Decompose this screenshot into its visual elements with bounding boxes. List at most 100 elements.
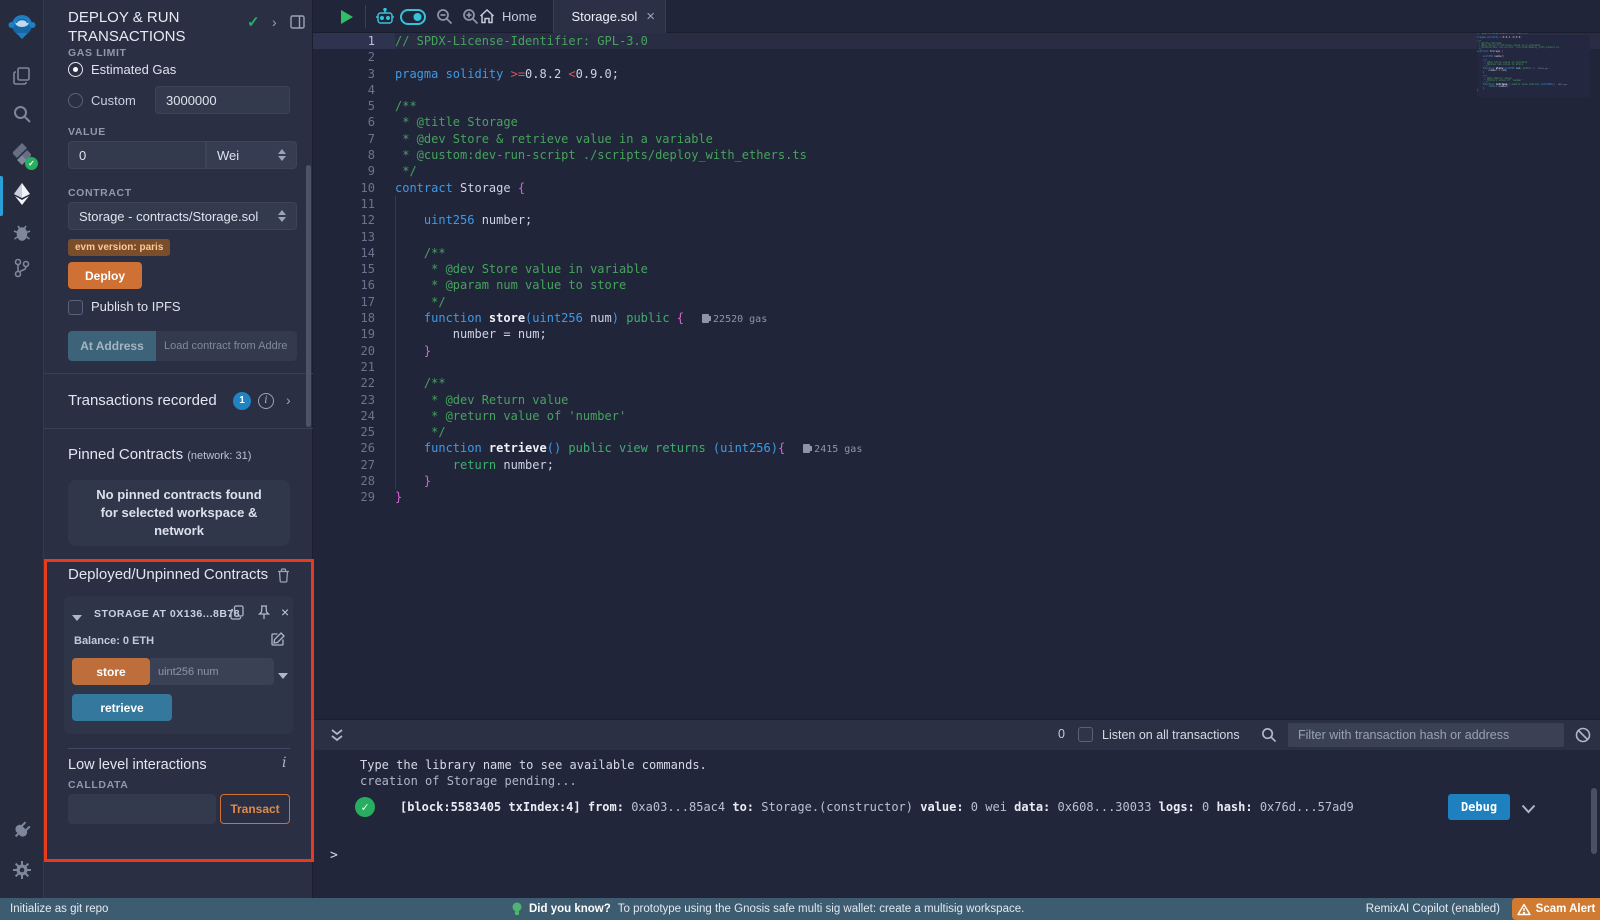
terminal-collapse-double-chevron-icon[interactable] [330, 728, 344, 748]
custom-gas-radio[interactable] [68, 93, 83, 108]
did-you-know-tip: Did you know? To prototype using the Gno… [512, 898, 1024, 920]
balance-label: Balance: 0 ETH [74, 635, 154, 647]
calldata-input[interactable] [68, 794, 216, 824]
home-tab-label: Home [502, 9, 537, 24]
copilot-status[interactable]: RemixAI Copilot (enabled) [1366, 898, 1500, 920]
balance-value: 0 ETH [123, 635, 154, 647]
copy-address-icon[interactable] [230, 605, 244, 625]
transactions-expand-icon[interactable]: › [286, 392, 291, 408]
terminal-scrollbar[interactable] [1591, 788, 1597, 854]
close-tab-icon[interactable]: × [646, 8, 655, 25]
value-input[interactable] [68, 141, 206, 169]
plugin-manager-icon[interactable] [0, 812, 44, 848]
publish-ipfs-checkbox[interactable] [68, 300, 83, 315]
tx-expand-chevron-icon[interactable] [1521, 799, 1536, 818]
warning-triangle-icon [1517, 903, 1531, 916]
settings-gear-icon[interactable] [0, 852, 44, 888]
contract-select[interactable]: Storage - contracts/Storage.sol [68, 202, 297, 230]
transaction-filter-input[interactable] [1288, 723, 1564, 747]
compile-success-badge: ✓ [25, 157, 38, 170]
custom-gas-label: Custom [91, 93, 136, 108]
deploy-run-icon[interactable] [0, 176, 44, 212]
file-explorer-icon[interactable] [0, 58, 44, 94]
updown-caret-icon [278, 210, 286, 222]
store-arg-input[interactable] [150, 658, 274, 685]
retrieve-function-button[interactable]: retrieve [72, 694, 172, 721]
lightbulb-icon [512, 902, 522, 917]
contract-instance-label: STORAGE AT 0X136...8B78 [94, 608, 240, 620]
panel-forward-icon[interactable]: › [272, 14, 277, 30]
listen-all-transactions-label: Listen on all transactions [1102, 728, 1240, 742]
terminal[interactable]: Type the library name to see available c… [313, 750, 1600, 898]
store-function-button[interactable]: store [72, 658, 150, 685]
ai-assistant-robot-icon[interactable] [373, 0, 397, 33]
remove-contract-icon[interactable]: × [281, 604, 289, 620]
estimated-gas-radio[interactable] [68, 62, 83, 77]
tx-log-text: [block:5583405 txIndex:4] from: 0xa03...… [400, 800, 1354, 814]
terminal-prompt: > [330, 848, 338, 863]
custom-gas-input[interactable] [155, 86, 290, 114]
panel-scrollbar[interactable] [306, 165, 311, 427]
debugger-icon[interactable] [0, 214, 44, 250]
deployed-contracts-title: Deployed/Unpinned Contracts [68, 566, 268, 583]
clear-terminal-ban-icon[interactable] [1575, 727, 1591, 748]
gutter: 1234567891011121314151617181920212223242… [313, 33, 395, 506]
pin-panel-icon[interactable] [290, 15, 305, 34]
activity-bar: ✓ [0, 0, 44, 898]
divider [44, 428, 313, 429]
at-address-input[interactable] [156, 331, 297, 361]
editor-toolbar: Home Storage.sol × [313, 0, 1600, 33]
edit-balance-icon[interactable] [271, 632, 285, 651]
clear-deployed-trash-icon[interactable] [277, 568, 290, 588]
minimap[interactable]: // SPDX-License-Identifier: GPL-3.0pragm… [1477, 33, 1590, 97]
code-lines: // SPDX-License-Identifier: GPL-3.0pragm… [395, 33, 1600, 506]
did-you-know-label: Did you know? [529, 903, 611, 915]
debug-button[interactable]: Debug [1448, 794, 1510, 820]
low-level-interactions-label: Low level interactions [68, 757, 207, 773]
terminal-line: creation of Storage pending... [360, 774, 577, 788]
divider [44, 373, 313, 374]
expand-args-chevron-icon[interactable] [278, 666, 288, 684]
evm-version-badge: evm version: paris [68, 239, 170, 256]
listen-all-transactions-checkbox[interactable] [1078, 727, 1093, 742]
terminal-line: Type the library name to see available c… [360, 758, 707, 772]
scam-alert-button[interactable]: Scam Alert [1512, 898, 1600, 920]
pinned-contracts-label: Pinned Contracts [68, 446, 183, 463]
estimated-gas-label: Estimated Gas [91, 62, 176, 77]
at-address-button[interactable]: At Address [68, 331, 156, 361]
toolbar-separator [365, 5, 366, 28]
deployed-contract-card: STORAGE AT 0X136...8B78 × Balance: 0 ETH… [64, 596, 293, 734]
solidity-compiler-icon[interactable]: ✓ [0, 136, 44, 172]
ai-toggle-switch-icon[interactable] [399, 0, 427, 33]
panel-check-icon: ✓ [247, 13, 260, 31]
divider [68, 748, 290, 749]
minimap-content: // SPDX-License-Identifier: GPL-3.0pragm… [1477, 33, 1590, 92]
search-icon[interactable] [0, 96, 44, 132]
updown-caret-icon [278, 149, 286, 161]
run-script-play-icon[interactable] [337, 0, 357, 33]
tab-storage-sol[interactable]: Storage.sol × [553, 0, 666, 33]
code-editor[interactable]: 1234567891011121314151617181920212223242… [313, 33, 1600, 719]
terminal-search-icon [1261, 727, 1277, 748]
init-git-repo-button[interactable]: Initialize as git repo [10, 898, 108, 920]
contract-collapse-chevron-icon[interactable] [72, 608, 82, 626]
zoom-out-icon[interactable] [433, 0, 455, 33]
scam-alert-label: Scam Alert [1536, 903, 1596, 915]
low-level-info-icon[interactable]: i [282, 755, 286, 771]
remix-logo[interactable] [0, 8, 44, 46]
publish-ipfs-label: Publish to IPFS [91, 299, 181, 314]
tx-success-check-icon: ✓ [355, 797, 375, 817]
git-icon[interactable] [0, 250, 44, 286]
panel-title: DEPLOY & RUN TRANSACTIONS [68, 8, 228, 46]
file-tab-label: Storage.sol [571, 9, 637, 24]
zoom-in-icon[interactable] [459, 0, 481, 33]
pin-contract-icon[interactable] [257, 605, 271, 625]
terminal-listen-count: 0 [1058, 727, 1065, 741]
value-unit-select[interactable]: Wei [206, 141, 297, 169]
transact-button[interactable]: Transact [220, 794, 290, 824]
deploy-button[interactable]: Deploy [68, 262, 142, 289]
contract-selected-option: Storage - contracts/Storage.sol [79, 209, 258, 224]
status-bar: Initialize as git repo Did you know? To … [0, 898, 1600, 920]
transactions-info-icon[interactable]: i [258, 393, 274, 409]
tab-home[interactable]: Home [479, 0, 537, 33]
